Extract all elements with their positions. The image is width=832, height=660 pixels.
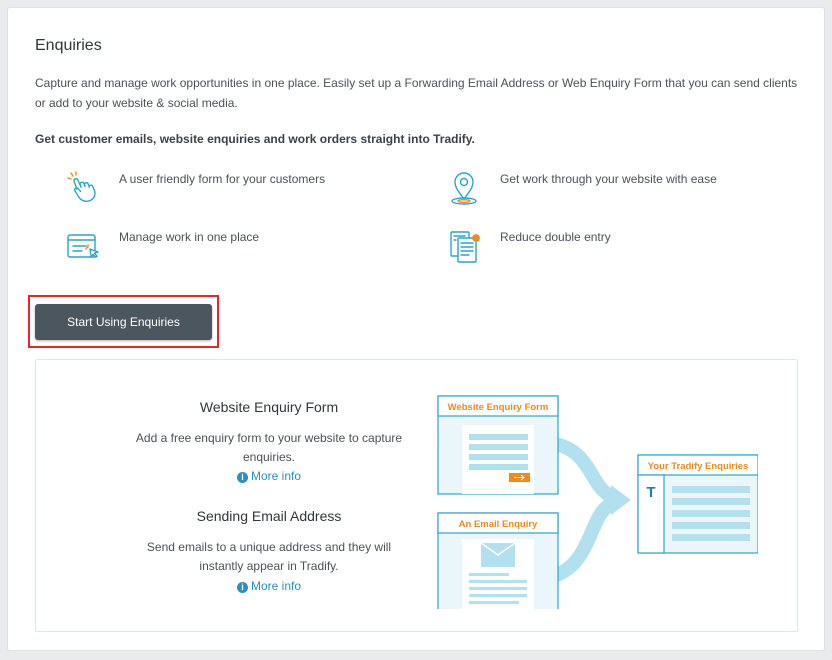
website-enquiry-form-text: Add a free enquiry form to your website … — [135, 431, 403, 464]
email-enquiry-card: An Email Enquiry — [437, 512, 559, 609]
flow-arrow-head — [611, 485, 631, 515]
enquiries-flow-diagram: Website Enquiry Form An Email Enquiry Yo… — [437, 395, 758, 609]
tradify-enquiries-card: Your Tradify Enquiries T — [637, 454, 758, 554]
info-icon: i — [236, 472, 248, 483]
feature-label: Reduce double entry — [500, 230, 611, 244]
website-form-more-info-link[interactable]: i More info — [129, 469, 409, 483]
start-using-enquiries-button[interactable]: Start Using Enquiries — [35, 304, 212, 340]
map-pin-icon — [451, 172, 477, 205]
page-title: Enquiries — [35, 37, 102, 54]
browser-cursor-icon — [67, 234, 99, 259]
feature-website-work: Get work through your website with ease — [445, 169, 717, 207]
svg-text:Website Enquiry Form: Website Enquiry Form — [448, 402, 549, 413]
svg-text:Your Tradify Enquiries: Your Tradify Enquiries — [648, 461, 749, 472]
website-enquiry-form-title: Website Enquiry Form — [199, 399, 339, 415]
info-icon: i — [236, 582, 248, 593]
documents-icon — [450, 231, 480, 263]
email-more-info-link[interactable]: i More info — [129, 579, 409, 593]
feature-user-friendly-form: A user friendly form for your customers — [64, 169, 325, 207]
flow-arrow — [547, 496, 617, 584]
svg-text:An Email Enquiry: An Email Enquiry — [459, 519, 538, 530]
feature-label: A user friendly form for your customers — [119, 172, 326, 186]
page-subheading: Get customer emails, website enquiries a… — [35, 132, 475, 146]
enquiry-options-panel: Website Enquiry Form Add a free enquiry … — [35, 359, 798, 632]
feature-label: Manage work in one place — [119, 230, 260, 244]
sending-email-address-title: Sending Email Address — [196, 508, 342, 524]
flow-arrow — [548, 436, 617, 504]
feature-reduce-double-entry: Reduce double entry — [445, 227, 611, 265]
website-form-card: Website Enquiry Form — [437, 395, 559, 495]
tradify-logo: T — [646, 484, 655, 501]
feature-label: Get work through your website with ease — [500, 172, 717, 186]
enquiries-card: Enquiries Capture and manage work opport… — [7, 7, 825, 651]
sending-email-address-text: Send emails to a unique address and they… — [146, 540, 392, 573]
page-description: Capture and manage work opportunities in… — [35, 76, 798, 110]
hand-pointer-icon — [67, 171, 96, 202]
feature-manage-work: Manage work in one place — [64, 227, 259, 265]
